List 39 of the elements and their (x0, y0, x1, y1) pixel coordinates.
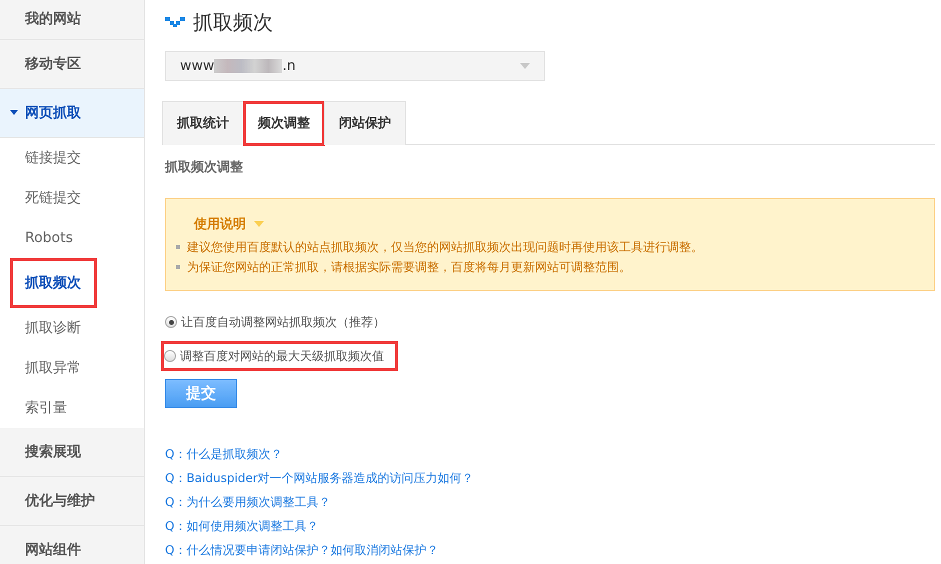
faq-link[interactable]: Q：Baiduspider对一个网站服务器造成的访问压力如何？ (165, 466, 474, 490)
faq-link[interactable]: Q：什么情况要申请闭站保护？如何取消闭站保护？ (165, 538, 438, 562)
caret-icon (10, 110, 18, 115)
page-title: 抓取频次 (193, 9, 273, 36)
faq-link[interactable]: Q：为什么要用频次调整工具？ (165, 490, 330, 514)
site-select[interactable]: www .n (165, 51, 545, 81)
bullet-icon (176, 265, 180, 269)
sidebar-item[interactable]: 网站组件 (0, 526, 144, 564)
sidebar-subitem[interactable]: 抓取异常 (0, 348, 144, 388)
dropdown-caret-icon (520, 62, 530, 69)
sidebar-subitem[interactable]: 抓取频次 (10, 258, 97, 308)
tab[interactable]: 闭站保护 (324, 101, 406, 145)
tab[interactable]: 抓取统计 (162, 101, 244, 145)
redacted-blur (214, 59, 282, 73)
sidebar-item[interactable]: 搜索展现 (0, 428, 144, 477)
sidebar-item[interactable]: 优化与维护 (0, 477, 144, 526)
sidebar-subitem[interactable]: Robots (0, 218, 144, 258)
radio-option[interactable]: 让百度自动调整网站抓取频次（推荐） (165, 309, 389, 335)
chevron-icon (165, 17, 185, 27)
section-title: 抓取频次调整 (165, 159, 244, 177)
sidebar-subitem[interactable]: 抓取诊断 (0, 308, 144, 348)
notice-text: 为保证您网站的正常抓取，请根据实际需要调整，百度将每月更新网站可调整范围。 (187, 260, 631, 274)
sidebar-subitem[interactable]: 索引量 (0, 388, 144, 428)
radio-option[interactable]: 调整百度对网站的最大天级抓取频次值 (161, 341, 398, 371)
faq-link[interactable]: Q：什么是抓取频次？ (165, 442, 282, 466)
sidebar-item[interactable]: 网页抓取 (0, 89, 144, 138)
sidebar-item[interactable]: 我的网站 (0, 0, 144, 40)
caret-icon (254, 221, 264, 228)
faq-link[interactable]: Q：如何使用频次调整工具？ (165, 514, 318, 538)
site-text: www (180, 56, 214, 76)
radio-button[interactable] (165, 316, 177, 328)
radio-button[interactable] (164, 350, 176, 362)
sidebar-item[interactable]: 移动专区 (0, 40, 144, 89)
notice-text: 建议您使用百度默认的站点抓取频次，仅当您的网站抓取频次出现问题时再使用该工具进行调整。 (187, 240, 703, 254)
bullet-icon (176, 245, 180, 249)
tab[interactable]: 频次调整 (243, 101, 325, 146)
site-text: .n (282, 56, 296, 76)
sidebar-subitem[interactable]: 死链提交 (0, 178, 144, 218)
sidebar-subitem[interactable]: 链接提交 (0, 138, 144, 178)
